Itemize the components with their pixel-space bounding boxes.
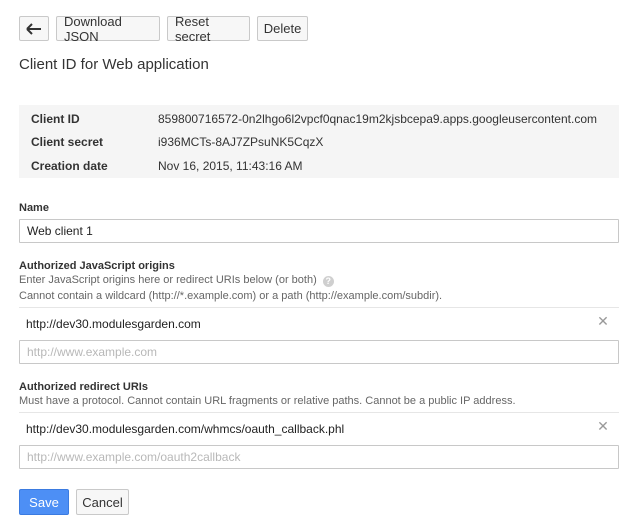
redirect-uri-entry-text: http://dev30.modulesgarden.com/whmcs/oau… xyxy=(26,422,345,436)
js-origins-help-line2: Cannot contain a wildcard (http://*.exam… xyxy=(19,290,443,302)
close-icon[interactable]: ✕ xyxy=(596,419,610,433)
redirect-uris-label: Authorized redirect URIs xyxy=(19,381,148,393)
close-icon[interactable]: ✕ xyxy=(596,314,610,328)
client-secret-value: i936MCTs-8AJ7ZPsuNK5CqzX xyxy=(158,135,324,149)
delete-button[interactable]: Delete xyxy=(257,16,308,41)
name-input[interactable] xyxy=(19,219,619,243)
client-id-label: Client ID xyxy=(31,112,80,126)
client-secret-label: Client secret xyxy=(31,135,104,149)
reset-secret-button[interactable]: Reset secret xyxy=(167,14,250,44)
save-button[interactable]: Save xyxy=(19,489,69,515)
download-json-button[interactable]: Download JSON xyxy=(56,14,160,44)
arrow-left-icon xyxy=(26,22,41,35)
js-origin-new-input[interactable] xyxy=(19,340,619,364)
client-id-row: Client ID 859800716572-0n2lhgo6l2vpcf0qn… xyxy=(31,110,619,128)
name-label: Name xyxy=(19,202,49,214)
js-origin-entry: http://dev30.modulesgarden.com ✕ xyxy=(19,307,619,332)
client-info-panel: Client ID 859800716572-0n2lhgo6l2vpcf0qn… xyxy=(19,105,619,178)
page-title: Client ID for Web application xyxy=(19,56,209,73)
creation-date-value: Nov 16, 2015, 11:43:16 AM xyxy=(158,159,303,173)
client-secret-row: Client secret i936MCTs-8AJ7ZPsuNK5CqzX xyxy=(31,133,619,151)
question-circle-icon[interactable]: ? xyxy=(322,276,334,287)
back-button[interactable] xyxy=(19,16,49,41)
redirect-uris-help-line1: Must have a protocol. Cannot contain URL… xyxy=(19,395,516,407)
js-origins-help-line1: Enter JavaScript origins here or redirec… xyxy=(19,274,334,287)
redirect-uri-entry: http://dev30.modulesgarden.com/whmcs/oau… xyxy=(19,412,619,437)
creation-date-label: Creation date xyxy=(31,159,108,173)
js-origins-label: Authorized JavaScript origins xyxy=(19,260,175,272)
js-origin-entry-text: http://dev30.modulesgarden.com xyxy=(26,317,201,331)
creation-date-row: Creation date Nov 16, 2015, 11:43:16 AM xyxy=(31,157,619,175)
js-origins-help-text: Enter JavaScript origins here or redirec… xyxy=(19,274,317,286)
redirect-uri-new-input[interactable] xyxy=(19,445,619,469)
cancel-button[interactable]: Cancel xyxy=(76,489,129,515)
client-id-value: 859800716572-0n2lhgo6l2vpcf0qnac19m2kjsb… xyxy=(158,112,597,126)
